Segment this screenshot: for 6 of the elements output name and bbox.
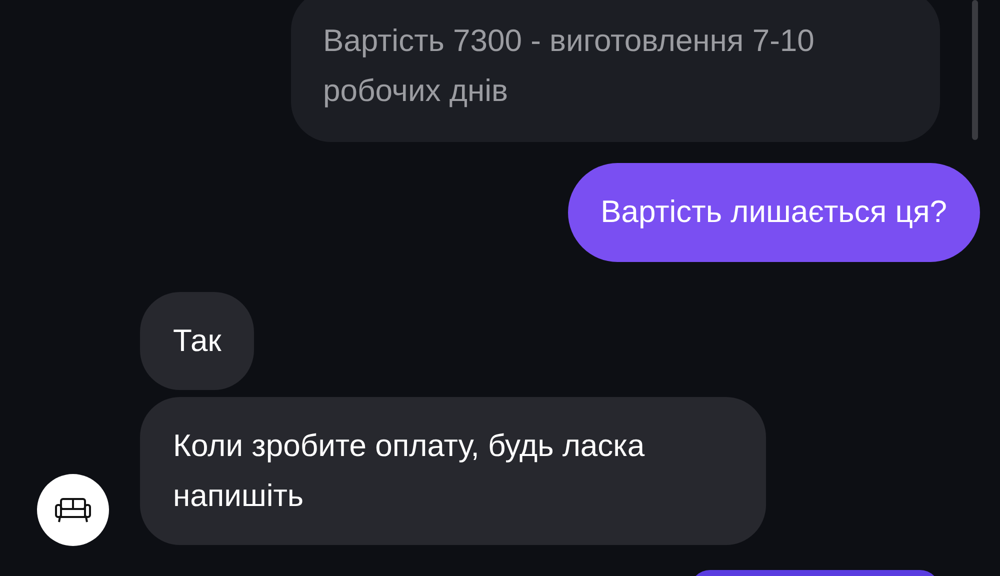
message-bubble: Вартість 7300 - виготовлення 7-10 робочих днів bbox=[291, 0, 940, 142]
message-bubble: Так bbox=[140, 292, 254, 390]
scrollbar[interactable] bbox=[972, 0, 978, 140]
message-bubble: Вартість лишається ця? bbox=[568, 163, 980, 262]
message-bubble: Коли зробите оплату, будь ласка напишіть bbox=[140, 397, 766, 545]
sofa-icon bbox=[55, 497, 91, 523]
